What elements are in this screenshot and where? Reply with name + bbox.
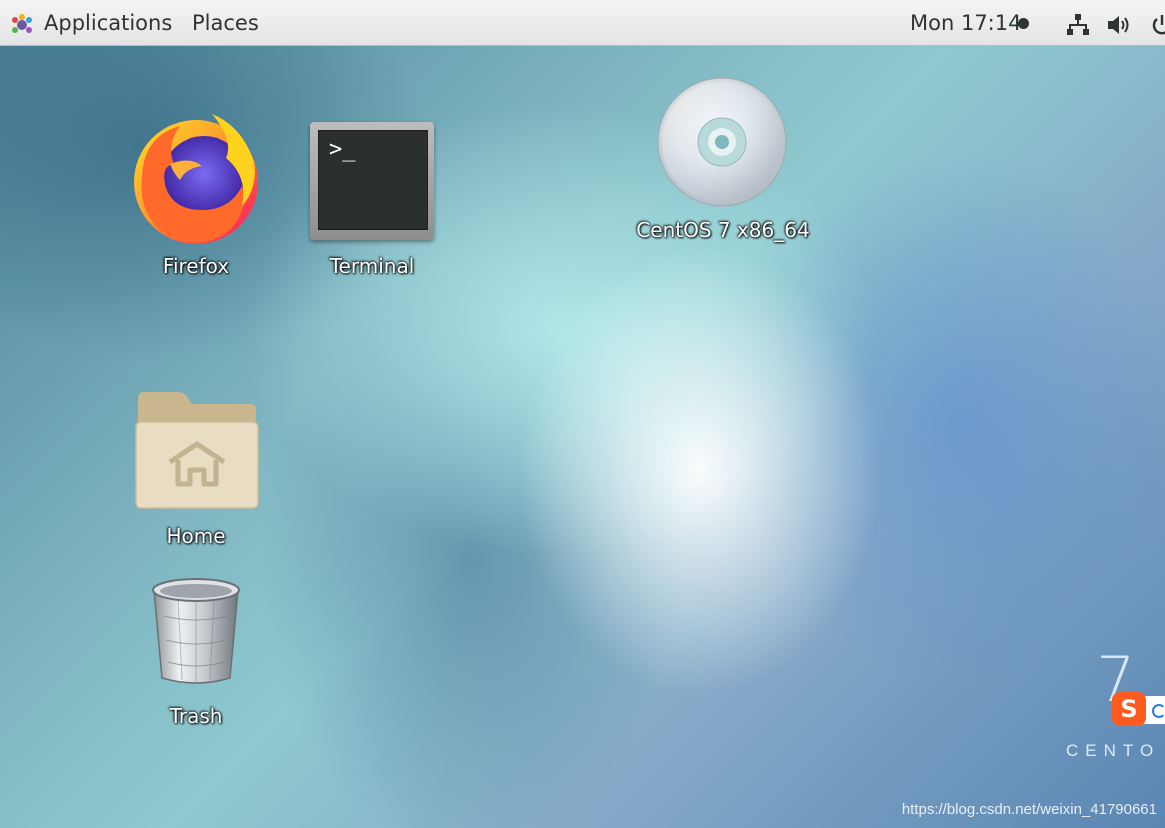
places-menu[interactable]: Places [192, 11, 259, 35]
power-icon[interactable] [1150, 13, 1165, 37]
ime-badge-letter: S [1120, 695, 1138, 723]
volume-icon[interactable] [1107, 13, 1133, 37]
gnome-foot-icon[interactable] [10, 13, 34, 35]
desktop-icon-label: Terminal [329, 254, 415, 278]
desktop-icon-firefox[interactable]: Firefox [116, 100, 276, 285]
desktop-icon-trash[interactable]: Trash [116, 570, 276, 735]
notification-dot-icon [1018, 18, 1029, 29]
firefox-icon [130, 106, 264, 246]
desktop-icon-terminal[interactable]: >_ Terminal [294, 110, 450, 285]
optical-disc-icon [656, 76, 788, 208]
ime-mode-mark [1152, 704, 1165, 718]
network-icon[interactable] [1066, 13, 1090, 37]
desktop-icon-label: Trash [169, 704, 223, 728]
terminal-screen: >_ [318, 130, 428, 230]
applications-menu[interactable]: Applications [44, 11, 172, 35]
clock[interactable]: Mon 17:14 [910, 11, 1021, 35]
desktop-icon-centos-disc[interactable]: CentOS 7 x86_64 [628, 70, 818, 245]
terminal-icon: >_ [310, 122, 434, 240]
trash-icon [148, 576, 244, 688]
sogou-ime-icon: S [1112, 692, 1146, 726]
desktop-icon-label: Home [166, 524, 226, 548]
desktop-icon-home[interactable]: Home [116, 380, 276, 555]
desktop-icon-label: CentOS 7 x86_64 [636, 218, 810, 242]
centos-wordmark: CENTO [1066, 741, 1161, 760]
ime-badge[interactable]: S [1110, 692, 1165, 728]
home-folder-icon [134, 388, 260, 510]
desktop-icon-label: Firefox [162, 254, 230, 278]
top-bar: Applications Places Mon 17:14 [0, 0, 1165, 46]
terminal-prompt: >_ [329, 137, 356, 162]
source-watermark: https://blog.csdn.net/weixin_41790661 [901, 801, 1157, 818]
